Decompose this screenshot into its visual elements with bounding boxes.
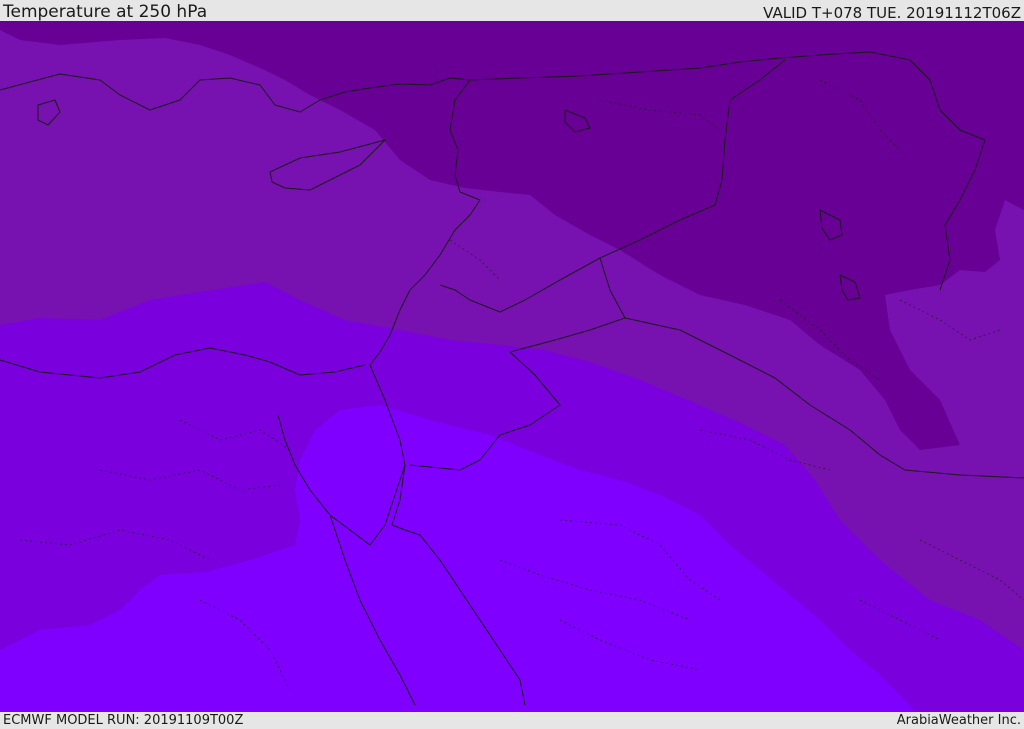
- model-run: ECMWF MODEL RUN: 20191109T00Z: [3, 713, 244, 728]
- credit-text: ArabiaWeather Inc.: [896, 713, 1021, 728]
- header-bar: Temperature at 250 hPa VALID T+078 TUE. …: [0, 0, 1024, 21]
- valid-time: VALID T+078 TUE. 20191112T06Z: [763, 4, 1021, 22]
- map-title: Temperature at 250 hPa: [3, 2, 208, 22]
- weather-map[interactable]: [0, 21, 1024, 712]
- footer-bar: ECMWF MODEL RUN: 20191109T00Z ArabiaWeat…: [0, 712, 1024, 729]
